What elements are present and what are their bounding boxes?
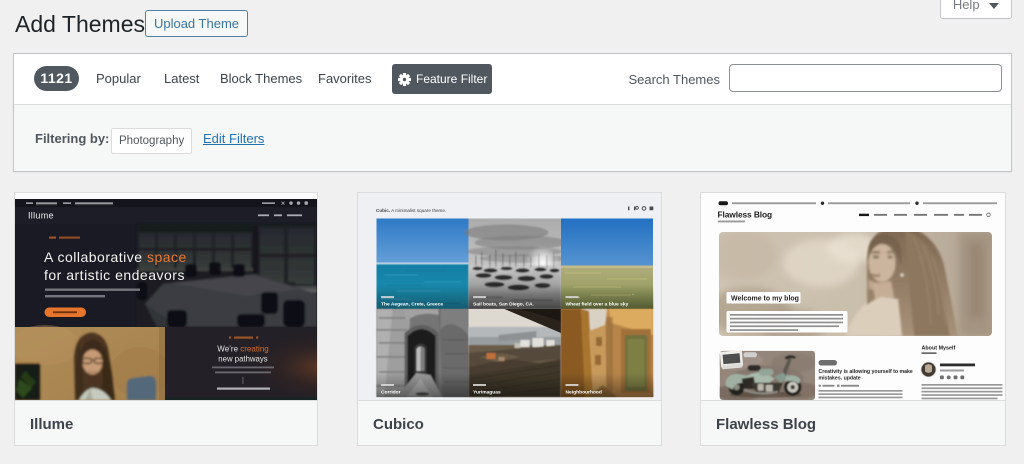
svg-text:We’re creating: We’re creating [217,345,268,354]
svg-text:Yurimaguas: Yurimaguas [473,389,501,395]
svg-text:mistakes. update: mistakes. update [819,376,861,382]
svg-text:Wheat field over a blue sky: Wheat field over a blue sky [566,301,629,307]
svg-text:Creativity is allowing yoursel: Creativity is allowing yourself to make [819,369,913,375]
svg-text:Welcome to my blog: Welcome to my blog [731,296,799,303]
svg-text:Cubic. A minimalist square the: Cubic. A minimalist square theme. [376,208,446,213]
svg-text:About Myself: About Myself [922,346,956,352]
svg-text:The Aegean, Crete, Greece: The Aegean, Crete, Greece [381,301,443,307]
svg-text:Flawless Blog: Flawless Blog [718,210,773,220]
svg-text:A collaborative space: A collaborative space [44,249,187,265]
svg-text:Corridor: Corridor [381,389,401,395]
svg-text:Illume: Illume [28,211,54,221]
svg-text:new pathways: new pathways [218,355,268,364]
svg-text:for artistic endeavors: for artistic endeavors [44,267,185,283]
svg-text:Sail boats, San Diego, CA.: Sail boats, San Diego, CA. [473,301,535,307]
svg-text:Neighbourhood: Neighbourhood [566,389,602,395]
